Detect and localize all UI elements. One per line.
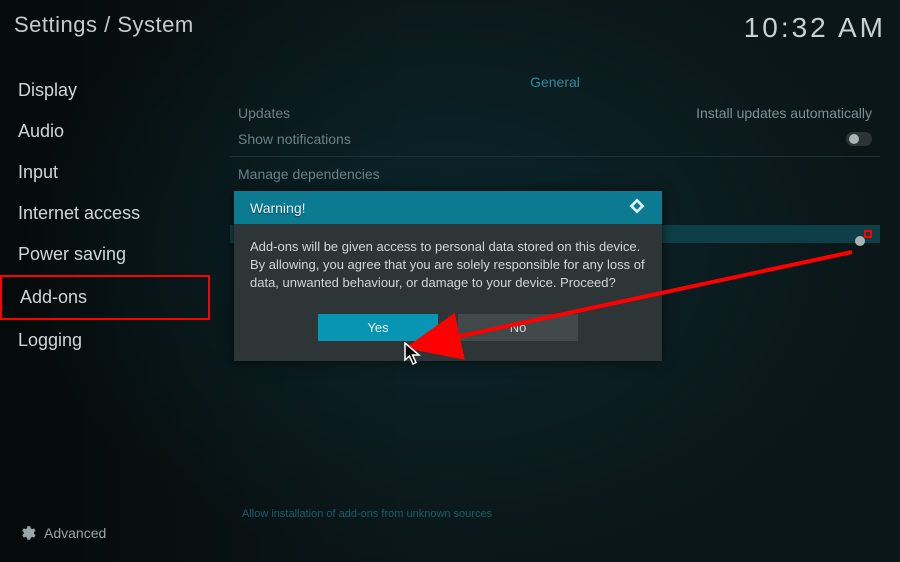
sidebar: Display Audio Input Internet access Powe… [0, 70, 210, 522]
sidebar-item-logging[interactable]: Logging [0, 320, 210, 361]
yes-button[interactable]: Yes [318, 314, 438, 341]
sidebar-item-label: Input [18, 162, 58, 183]
sidebar-item-internet-access[interactable]: Internet access [0, 193, 210, 234]
dialog-titlebar: Warning! [234, 191, 662, 224]
sidebar-item-label: Display [18, 80, 77, 101]
clock: 10:32 AM [744, 12, 886, 44]
row-label: Updates [238, 105, 290, 121]
toggle-show-notifications[interactable] [846, 132, 872, 146]
annotation-box-toggle [864, 230, 872, 238]
row-manage-dependencies[interactable]: Manage dependencies [230, 161, 880, 187]
sidebar-item-input[interactable]: Input [0, 152, 210, 193]
divider [230, 156, 880, 157]
sidebar-item-audio[interactable]: Audio [0, 111, 210, 152]
sidebar-item-label: Power saving [18, 244, 126, 265]
breadcrumb: Settings / System [14, 12, 194, 38]
sidebar-item-label: Audio [18, 121, 64, 142]
no-button[interactable]: No [458, 314, 578, 341]
sidebar-item-add-ons[interactable]: Add-ons [0, 275, 210, 320]
row-updates[interactable]: Updates Install updates automatically [230, 100, 880, 126]
row-label: Manage dependencies [238, 166, 380, 182]
settings-level-button[interactable]: Advanced [18, 524, 106, 542]
toggle-knob [849, 134, 859, 144]
row-label: Show notifications [238, 131, 351, 147]
gear-icon [18, 524, 36, 542]
sidebar-item-label: Add-ons [20, 287, 87, 308]
dialog-title-text: Warning! [250, 200, 306, 216]
dialog-body-text: Add-ons will be given access to personal… [234, 224, 662, 310]
sidebar-item-display[interactable]: Display [0, 70, 210, 111]
sidebar-item-label: Internet access [18, 203, 140, 224]
header: Settings / System 10:32 AM [14, 12, 886, 44]
kodi-logo-icon [628, 197, 646, 218]
sidebar-item-label: Logging [18, 330, 82, 351]
row-value: Install updates automatically [696, 105, 872, 121]
row-show-notifications[interactable]: Show notifications [230, 126, 880, 152]
sidebar-item-power-saving[interactable]: Power saving [0, 234, 210, 275]
warning-dialog: Warning! Add-ons will be given access to… [234, 191, 662, 361]
bottombar: Advanced [0, 516, 900, 550]
toggle-knob [855, 236, 865, 246]
dialog-actions: Yes No [234, 310, 662, 361]
settings-level-label: Advanced [44, 525, 106, 541]
section-heading: General [230, 70, 880, 100]
